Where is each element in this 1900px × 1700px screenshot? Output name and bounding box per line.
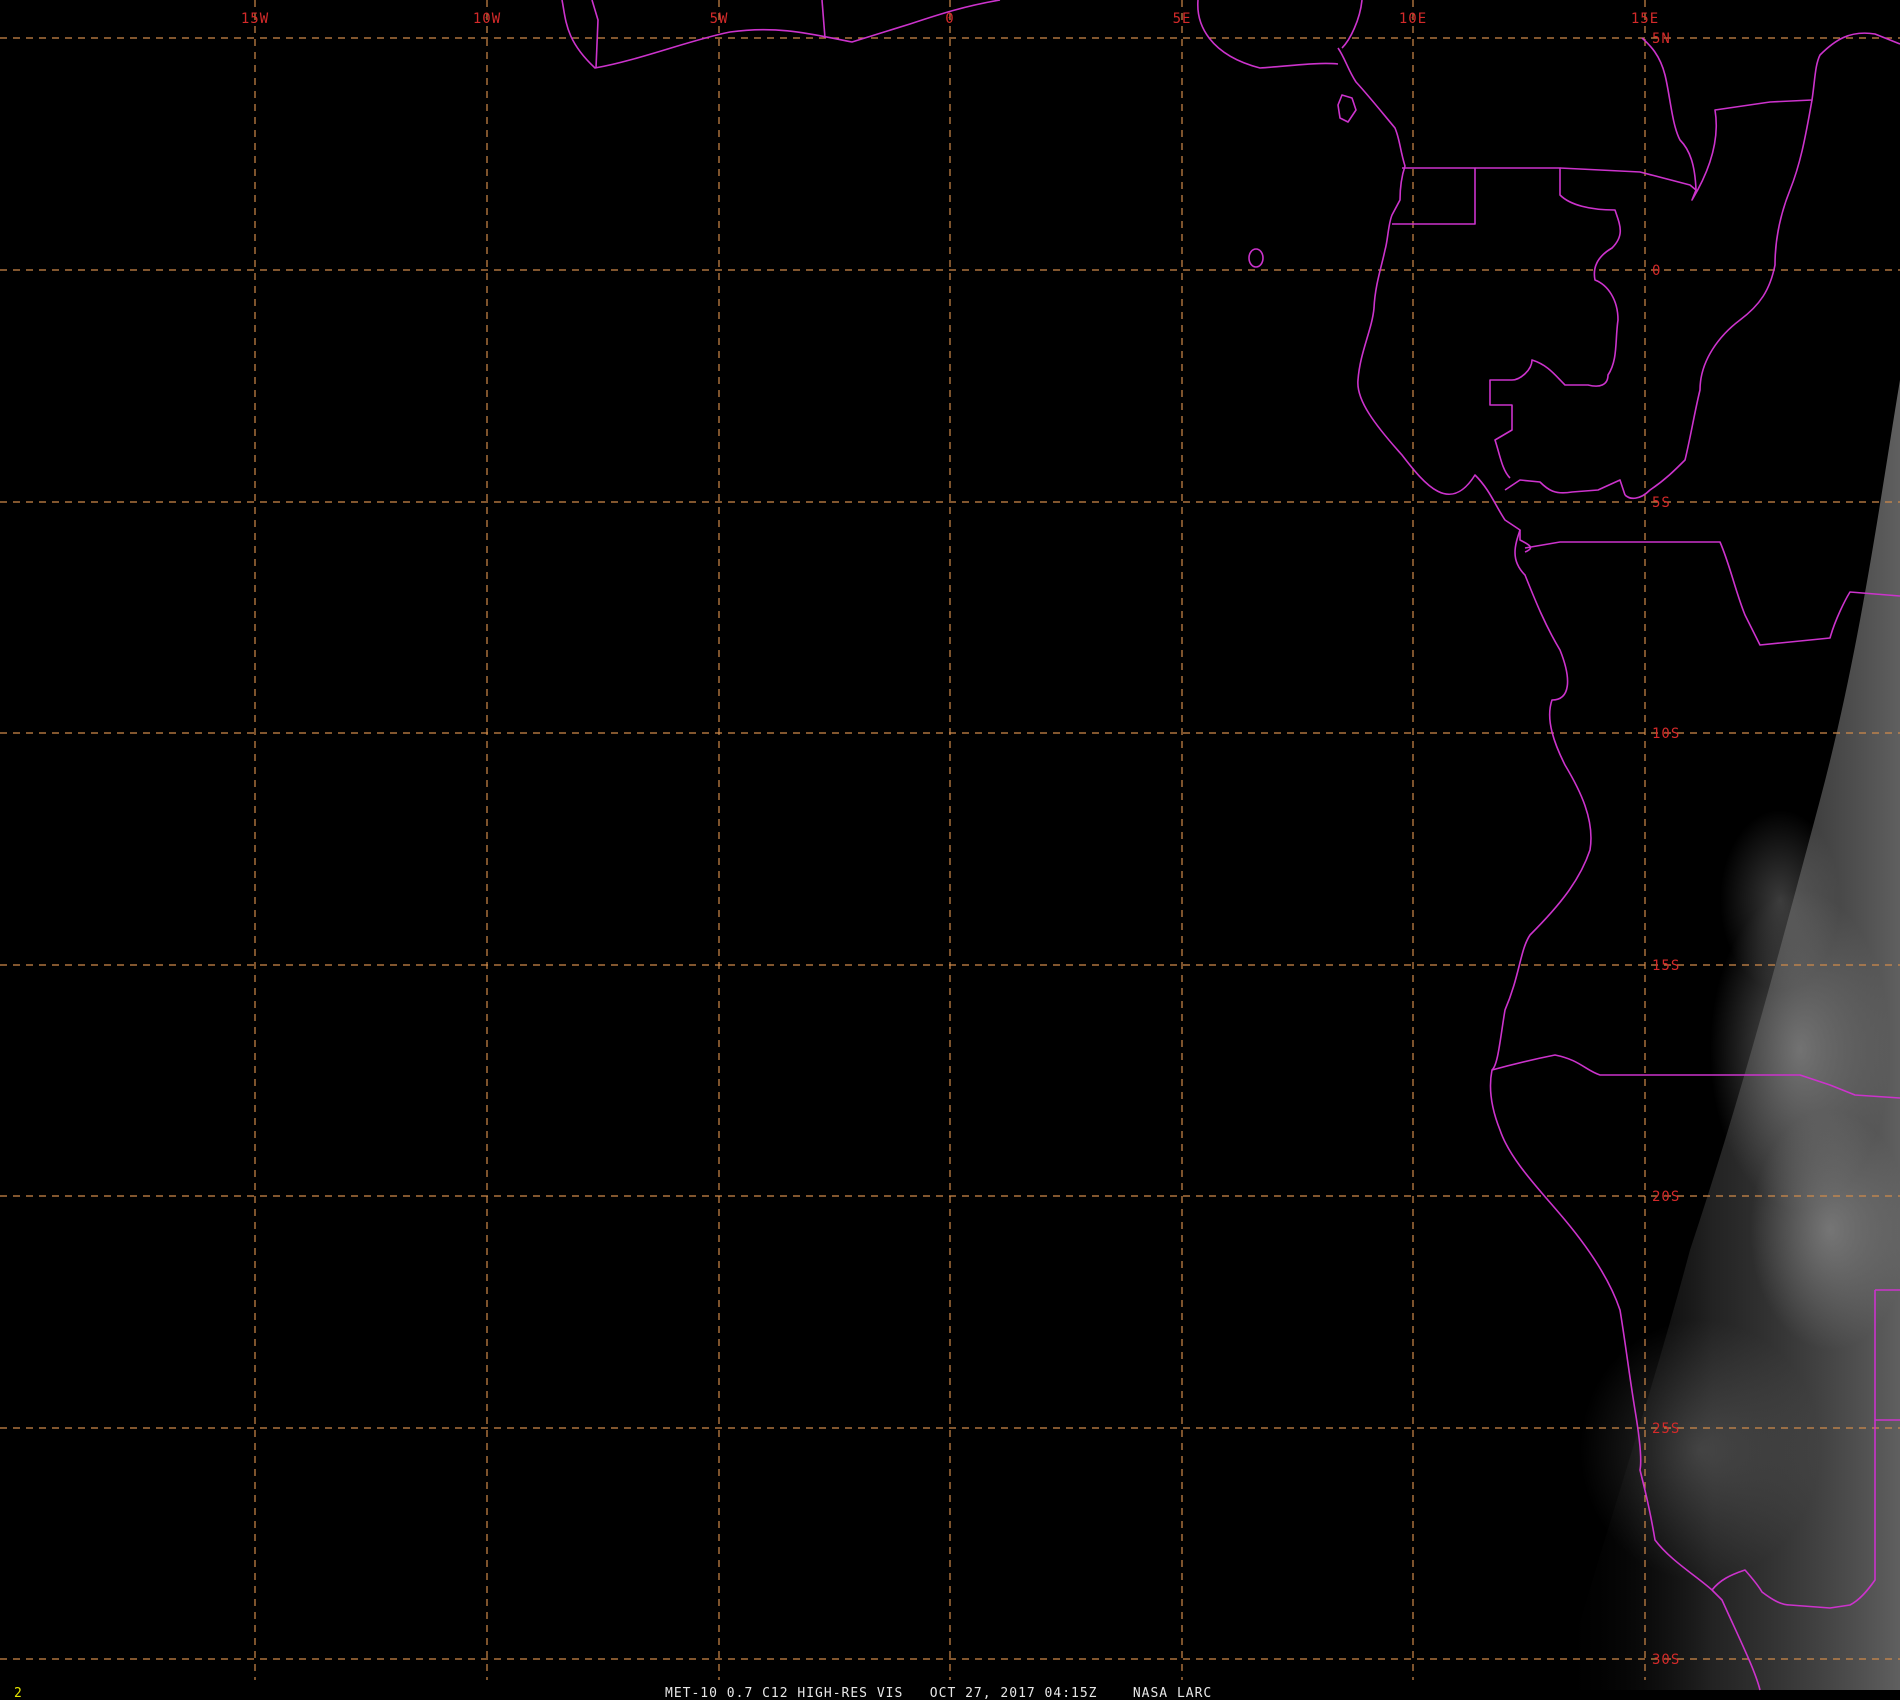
- latitude-label: 10S: [1652, 726, 1680, 742]
- latitude-label: 5S: [1652, 495, 1671, 511]
- longitude-label: 15W: [241, 11, 269, 27]
- longitude-label: 10E: [1399, 11, 1427, 27]
- latitude-label: 25S: [1652, 1421, 1680, 1437]
- longitude-label: 0: [945, 11, 954, 27]
- frame-number: 2: [14, 1686, 23, 1700]
- latitude-label: 5N: [1652, 31, 1671, 47]
- longitude-label: 5E: [1173, 11, 1192, 27]
- latitude-label: 30S: [1652, 1652, 1680, 1668]
- latitude-label: 0: [1652, 263, 1661, 279]
- satellite-map: 15W 10W 5W 0 5E 10E 15E 5N 0 5S 10S 15S 20S 25S 30S 2…: [0, 0, 1900, 1700]
- latitude-label: 20S: [1652, 1189, 1680, 1205]
- latitude-label: 15S: [1652, 958, 1680, 974]
- image-caption: MET-10 0.7 C12 HIGH-RES VIS OCT 27, 2017…: [665, 1686, 1212, 1700]
- longitude-label: 5W: [710, 11, 729, 27]
- longitude-label: 15E: [1631, 11, 1659, 27]
- longitude-label: 10W: [473, 11, 501, 27]
